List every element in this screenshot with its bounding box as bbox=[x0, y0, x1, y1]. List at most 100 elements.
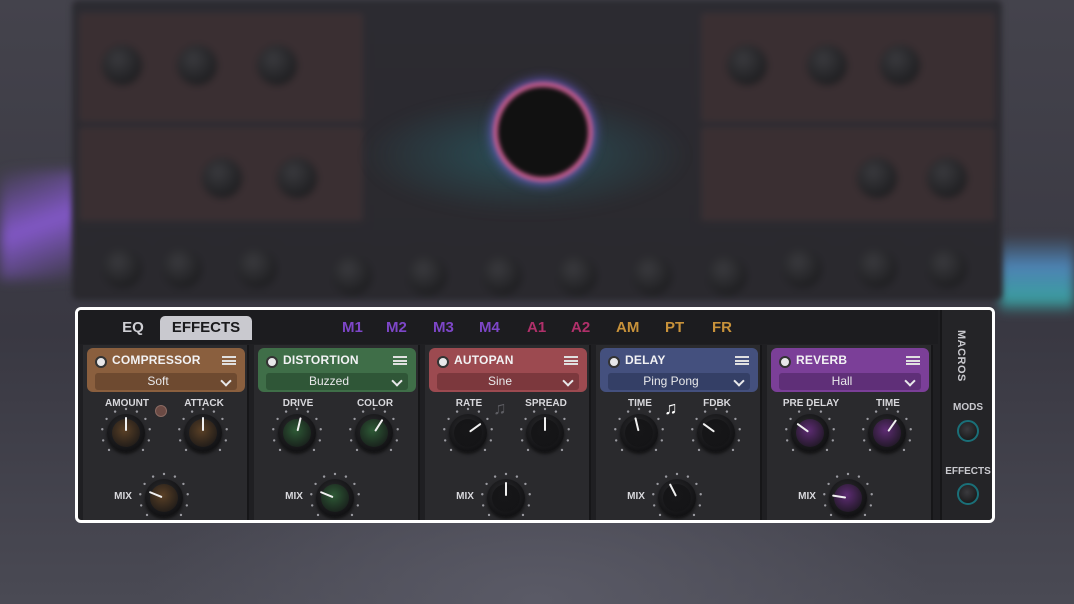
knob-scale-dot bbox=[566, 439, 570, 442]
blurred-knob bbox=[807, 45, 847, 85]
knob-distortion-mix[interactable] bbox=[309, 472, 361, 520]
blurred-knob bbox=[557, 255, 597, 295]
power-toggle-icon[interactable] bbox=[608, 356, 620, 368]
knob-scale-dot bbox=[637, 407, 641, 411]
knob-distortion-a[interactable] bbox=[271, 407, 323, 459]
knob-scale-dot bbox=[808, 407, 812, 411]
mode-dropdown[interactable]: Sine bbox=[437, 373, 579, 390]
knob-scale-dot bbox=[124, 407, 128, 411]
tab-eq[interactable]: EQ bbox=[110, 316, 156, 340]
power-toggle-icon[interactable] bbox=[95, 356, 107, 368]
knob-delay-mix[interactable] bbox=[651, 472, 703, 520]
blurred-knob bbox=[102, 248, 142, 288]
mod-tab-m1[interactable]: M1 bbox=[342, 316, 363, 340]
knob-scale-dot bbox=[866, 482, 869, 486]
knob-scale-dot bbox=[567, 428, 570, 431]
drag-handle-icon[interactable] bbox=[564, 356, 578, 365]
knob-cap bbox=[873, 419, 901, 447]
knob-scale-dot bbox=[483, 448, 487, 452]
knob-body bbox=[697, 414, 735, 452]
knob-reverb-a[interactable] bbox=[784, 407, 836, 459]
knob-reverb-b[interactable] bbox=[861, 407, 913, 459]
mod-tab-m3[interactable]: M3 bbox=[433, 316, 454, 340]
drag-handle-icon[interactable] bbox=[735, 356, 749, 365]
mode-dropdown[interactable]: Hall bbox=[779, 373, 921, 390]
knob-scale-dot bbox=[278, 448, 282, 452]
knob-scale-dot bbox=[185, 504, 189, 507]
knob-body bbox=[145, 479, 183, 517]
knob-scale-dot bbox=[527, 504, 531, 507]
knob-scale-dot bbox=[692, 513, 696, 517]
effect-title: DISTORTION bbox=[283, 353, 359, 367]
knob-scale-dot bbox=[823, 504, 827, 507]
mods-macro-knob[interactable] bbox=[957, 420, 979, 442]
tab-effects[interactable]: EFFECTS bbox=[160, 316, 252, 340]
mod-tab-fr[interactable]: FR bbox=[712, 316, 732, 340]
knob-scale-dot bbox=[190, 410, 194, 413]
knob-scale-dot bbox=[652, 493, 655, 496]
mode-dropdown[interactable]: Ping Pong bbox=[608, 373, 750, 390]
power-toggle-icon[interactable] bbox=[266, 356, 278, 368]
knob-autopan-a[interactable] bbox=[442, 407, 494, 459]
knob-scale-dot bbox=[857, 475, 861, 478]
knob-scale-dot bbox=[896, 410, 900, 413]
knob-scale-dot bbox=[524, 417, 527, 421]
mod-tab-m2[interactable]: M2 bbox=[386, 316, 407, 340]
effects-macro-label: EFFECTS bbox=[945, 466, 991, 477]
drag-handle-icon[interactable] bbox=[222, 356, 236, 365]
mod-tab-am[interactable]: AM bbox=[616, 316, 639, 340]
knob-autopan-b[interactable] bbox=[519, 407, 571, 459]
knob-scale-dot bbox=[178, 439, 182, 442]
knob-autopan-mix[interactable] bbox=[480, 472, 532, 520]
mod-tab-a2[interactable]: A2 bbox=[571, 316, 590, 340]
drag-handle-icon[interactable] bbox=[906, 356, 920, 365]
knob-scale-dot bbox=[353, 417, 356, 421]
drag-handle-icon[interactable] bbox=[393, 356, 407, 365]
tempo-sync-music-note-icon[interactable]: ♫ bbox=[493, 398, 507, 419]
power-toggle-icon[interactable] bbox=[437, 356, 449, 368]
mod-tab-pt[interactable]: PT bbox=[665, 316, 684, 340]
knob-scale-dot bbox=[353, 482, 356, 486]
effect-slot-compressor: COMPRESSOR Soft AMOUNT ATTACK MIX bbox=[83, 345, 249, 520]
blurred-knob bbox=[727, 45, 767, 85]
effects-macro-knob[interactable] bbox=[957, 483, 979, 505]
knob-scale-dot bbox=[201, 407, 205, 411]
tempo-sync-music-note-icon[interactable]: ♫ bbox=[664, 398, 678, 419]
knob-scale-dot bbox=[532, 410, 536, 413]
knob-scale-dot bbox=[310, 493, 313, 496]
knob-scale-dot bbox=[691, 428, 694, 431]
knob-delay-a[interactable] bbox=[613, 407, 665, 459]
knob-scale-dot bbox=[520, 428, 523, 431]
effect-header[interactable]: DELAY Ping Pong bbox=[600, 348, 758, 392]
knob-scale-dot bbox=[284, 410, 288, 413]
effect-header[interactable]: COMPRESSOR Soft bbox=[87, 348, 245, 392]
mode-dropdown[interactable]: Soft bbox=[95, 373, 237, 390]
knob-compressor-b[interactable] bbox=[177, 407, 229, 459]
knob-scale-dot bbox=[145, 513, 149, 517]
knob-scale-dot bbox=[333, 472, 337, 476]
macros-title[interactable]: MACROS bbox=[955, 330, 967, 382]
mode-dropdown[interactable]: Buzzed bbox=[266, 373, 408, 390]
knob-scale-dot bbox=[272, 428, 275, 431]
knob-scale-dot bbox=[477, 410, 481, 413]
knob-reverb-mix[interactable] bbox=[822, 472, 874, 520]
knob-scale-dot bbox=[827, 482, 830, 486]
knob-scale-dot bbox=[620, 448, 624, 452]
knob-scale-dot bbox=[521, 513, 525, 517]
knob-scale-dot bbox=[357, 493, 360, 496]
mod-tab-m4[interactable]: M4 bbox=[479, 316, 500, 340]
knob-scale-dot bbox=[661, 428, 664, 431]
knob-scale-dot bbox=[135, 410, 139, 413]
power-toggle-icon[interactable] bbox=[779, 356, 791, 368]
knob-scale-dot bbox=[626, 410, 630, 413]
knob-delay-b[interactable] bbox=[690, 407, 742, 459]
knob-compressor-mix[interactable] bbox=[138, 472, 190, 520]
chevron-down-icon bbox=[391, 375, 403, 387]
effect-header[interactable]: DISTORTION Buzzed bbox=[258, 348, 416, 392]
knob-compressor-a[interactable] bbox=[100, 407, 152, 459]
effect-header[interactable]: REVERB Hall bbox=[771, 348, 929, 392]
knob-scale-dot bbox=[614, 439, 618, 442]
knob-distortion-b[interactable] bbox=[348, 407, 400, 459]
effect-header[interactable]: AUTOPAN Sine bbox=[429, 348, 587, 392]
mod-tab-a1[interactable]: A1 bbox=[527, 316, 546, 340]
